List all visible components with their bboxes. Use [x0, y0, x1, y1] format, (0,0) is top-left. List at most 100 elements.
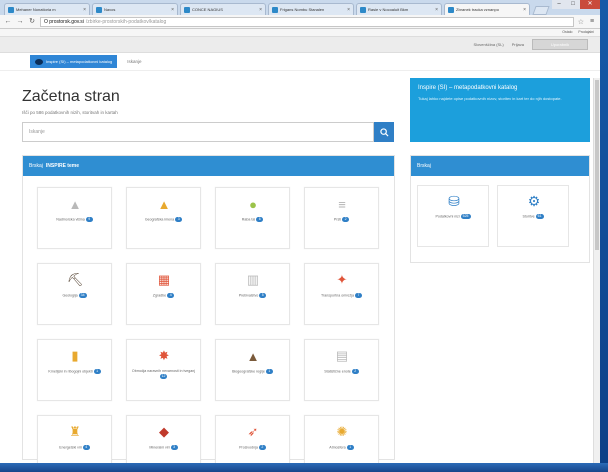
theme-label-text: Območja naravnih nevarnosti in tveganj [131, 369, 196, 373]
theme-tile[interactable]: ▲ Nadmorska višina 9 [37, 187, 112, 249]
count-badge: 61 [535, 214, 544, 219]
login-link[interactable]: Prijava [512, 42, 524, 47]
maximize-icon[interactable]: □ [566, 0, 580, 9]
favicon-icon [448, 6, 454, 13]
theme-tile-label: Prebivalstvo 5 [219, 293, 286, 298]
theme-label-text: Raba tal [241, 217, 256, 222]
theme-tile[interactable]: ▥ Prebivalstvo 5 [215, 263, 290, 325]
count-badge: 1 [346, 445, 354, 450]
browser-tab[interactable]: Mehaner Nonatioria m × [4, 3, 90, 15]
browser-tab[interactable]: Navos × [92, 3, 178, 15]
theme-label-text: Biogeografske regije [232, 369, 265, 374]
sun-icon: ✺ [336, 424, 348, 439]
close-icon[interactable]: ✕ [580, 0, 600, 9]
count-badge: 34 [78, 293, 87, 298]
scrollbar-thumb[interactable] [595, 80, 599, 250]
themes-heading-bold: INSPIRE teme [45, 163, 79, 169]
theme-tile[interactable]: ▲ Geografska imena 3 [126, 187, 201, 249]
count-badge: 7 [355, 293, 363, 298]
bookmark-other[interactable]: Ostalo [562, 30, 572, 34]
window-controls: – □ ✕ [552, 0, 600, 9]
bookmark-star-icon[interactable]: ☆ [578, 18, 584, 26]
url-host: O prostorsk.gov.si [44, 18, 84, 25]
theme-tile[interactable]: ♜ Energetski viri 4 [37, 415, 112, 463]
tab-close-icon[interactable]: × [171, 7, 174, 13]
count-badge: 6 [256, 217, 264, 222]
theme-tile-label: Biogeografske regije 1 [219, 369, 286, 374]
back-icon[interactable]: ← [4, 18, 12, 26]
minimize-icon[interactable]: – [552, 0, 566, 9]
reload-icon[interactable]: ↻ [28, 18, 36, 26]
portal-button[interactable]: Inspire (SI) – metapodatkovni katalog [30, 55, 118, 68]
user-button[interactable]: Uporabnik [532, 39, 588, 50]
theme-tile[interactable]: ⛏ Geologija 34 [37, 263, 112, 325]
count-badge: 3 [175, 217, 183, 222]
themes-grid: ▲ Nadmorska višina 9 ▲ Geografska imena 3 ● R… [37, 187, 379, 463]
browse-tile[interactable]: ⚙ Storitve 61 [497, 185, 569, 247]
favicon-icon [8, 6, 14, 13]
portal-logo-icon [35, 58, 43, 65]
tab-close-icon[interactable]: × [435, 7, 438, 13]
search-input[interactable]: Iskanje [22, 122, 374, 142]
peaks-icon: ▲ [246, 348, 260, 364]
scrollbar[interactable] [593, 78, 600, 463]
browse-tile-label: Storitve 61 [501, 214, 565, 219]
count-badge: 2 [342, 217, 350, 222]
theme-tile[interactable]: ▤ Statistične enote 2 [304, 339, 379, 401]
bookmarks-bar [0, 29, 600, 37]
browse-tile[interactable]: ⛁ Podatkovni nizi 525 [417, 185, 489, 247]
tab-strip: Mehaner Nonatioria m × Navos × CONCE NAGIUS ×… [0, 0, 600, 15]
theme-tile-label: Prsti 2 [308, 217, 375, 222]
tab-close-icon[interactable]: × [523, 7, 526, 13]
forward-icon[interactable]: → [16, 18, 24, 26]
tab-close-icon[interactable]: × [83, 7, 86, 13]
theme-tile[interactable]: ▮ Kmetijski in ribogojni objekti 1 [37, 339, 112, 401]
theme-label-text: Nadmorska višina [56, 217, 85, 222]
theme-tile[interactable]: ≡ Prsti 2 [304, 187, 379, 249]
browser-tab[interactable]: CONCE NAGIUS × [180, 3, 266, 15]
theme-tile[interactable]: ✺ Atmosfera 1 [304, 415, 379, 463]
theme-tile[interactable]: ◆ Mineralni viri 3 [126, 415, 201, 463]
gear-icon: ⚙ [527, 192, 541, 209]
search-nav-link[interactable]: Iskanje [127, 59, 141, 64]
themes-heading-prefix: Brskaj [29, 163, 43, 169]
tab-close-icon[interactable]: × [259, 7, 262, 13]
tab-label: Frigans Nombu Stanalen [280, 7, 325, 12]
count-badge: 9 [85, 217, 93, 222]
theme-tile[interactable]: ▦ Zgradbe 4 [126, 263, 201, 325]
theme-tile[interactable]: ● Raba tal 6 [215, 187, 290, 249]
new-tab-button[interactable] [532, 6, 550, 15]
inspire-info-box: Inspire (SI) – metapodatkovni katalog Tu… [410, 78, 590, 142]
grid-icon: ▤ [335, 348, 349, 363]
tab-close-icon[interactable]: × [347, 7, 350, 13]
browser-tab[interactable]: Rasie v Nocoaluit Bkm × [356, 3, 442, 15]
page-subtitle: Išči po 586 podatkovnih nizih, storitvah… [22, 110, 118, 115]
mound-icon: ● [249, 196, 257, 212]
theme-tile-label: Geologija 34 [41, 293, 108, 298]
count-badge: 3 [170, 445, 178, 450]
theme-tile[interactable]: ➶ Proizvodnja 2 [215, 415, 290, 463]
search-button[interactable] [374, 122, 394, 142]
browser-tab[interactable]: Frigans Nombu Stanalen × [268, 3, 354, 15]
favicon-icon [360, 6, 366, 13]
menu-icon[interactable]: ≡ [588, 18, 596, 26]
theme-tile[interactable]: ✦ Transportna omrežja 7 [304, 263, 379, 325]
theme-tile[interactable]: ✸ Območja naravnih nevarnosti in tveganj … [126, 339, 201, 401]
url-input[interactable]: O prostorsk.gov.si /zbirke-prostorskih-p… [40, 16, 574, 27]
address-bar: ← → ↻ O prostorsk.gov.si /zbirke-prostor… [0, 15, 600, 29]
bookmark-shop[interactable]: Prodajalni [578, 30, 594, 34]
language-select[interactable]: Slovenščina (SL) [474, 42, 504, 47]
theme-tile-label: Nadmorska višina 9 [41, 217, 108, 222]
mountain-icon: ▲ [68, 196, 82, 212]
site-topbar: Slovenščina (SL) Prijava Uporabnik [0, 37, 600, 53]
inspire-themes-panel: Brskaj INSPIRE teme ▲ Nadmorska višina 9 ▲… [22, 155, 395, 463]
portal-bar: Inspire (SI) – metapodatkovni katalog Is… [0, 53, 600, 71]
favicon-icon [96, 6, 102, 13]
browser-tab[interactable]: Zbranek tracka vznanpo × [444, 3, 530, 15]
theme-tile-label: Atmosfera 1 [308, 445, 375, 450]
favicon-icon [272, 6, 278, 13]
tab-label: CONCE NAGIUS [192, 7, 223, 12]
theme-tile[interactable]: ▲ Biogeografske regije 1 [215, 339, 290, 401]
diamond-icon: ◆ [159, 424, 169, 439]
browse-tile-label: Podatkovni nizi 525 [421, 214, 485, 219]
